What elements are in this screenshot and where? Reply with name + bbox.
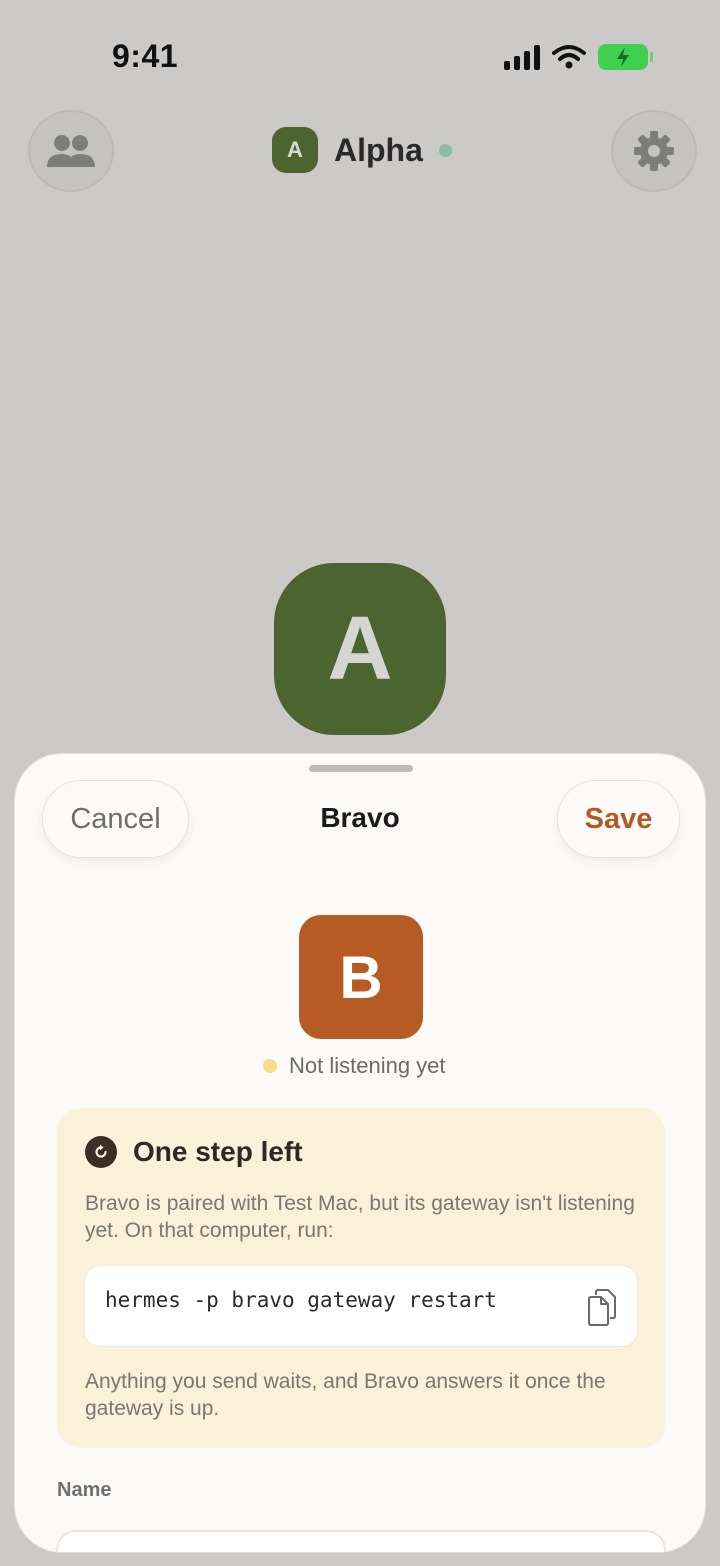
agent-avatar: A: [272, 127, 318, 173]
command-text: hermes -p bravo gateway restart: [105, 1288, 497, 1312]
save-button[interactable]: Save: [557, 780, 680, 858]
refresh-icon: [85, 1136, 117, 1168]
setup-callout: One step left Bravo is paired with Test …: [57, 1108, 665, 1448]
status-text: Not listening yet: [289, 1053, 446, 1078]
command-box: hermes -p bravo gateway restart: [84, 1265, 638, 1347]
callout-body: Bravo is paired with Test Mac, but its g…: [85, 1192, 635, 1242]
signal-icon: [504, 44, 540, 70]
name-label: Name: [57, 1479, 112, 1501]
agents-button[interactable]: [28, 110, 114, 192]
online-status-dot: [438, 143, 452, 157]
settings-button[interactable]: [611, 110, 697, 192]
people-icon: [47, 135, 95, 167]
status-dot: [263, 1059, 277, 1073]
agent-name: Alpha: [334, 131, 423, 168]
name-input[interactable]: [56, 1530, 666, 1552]
battery-charging-icon: [598, 44, 653, 70]
listening-status: Not listening yet: [263, 1053, 446, 1079]
sheet-grabber[interactable]: [309, 765, 413, 772]
copy-icon[interactable]: [585, 1288, 619, 1326]
agent-large-avatar: A: [274, 563, 446, 735]
callout-header: One step left: [85, 1136, 303, 1168]
current-agent-header[interactable]: A Alpha: [272, 127, 452, 173]
agent-avatar-editable[interactable]: B: [299, 915, 423, 1039]
callout-title: One step left: [133, 1136, 303, 1167]
edit-agent-sheet: Cancel Bravo Save B Not listening yet On…: [14, 753, 706, 1553]
status-time: 9:41: [112, 38, 179, 74]
wifi-icon: [552, 45, 586, 69]
gear-icon: [634, 131, 674, 171]
status-icons: [504, 44, 653, 70]
callout-footer: Anything you send waits, and Bravo answe…: [85, 1370, 606, 1420]
